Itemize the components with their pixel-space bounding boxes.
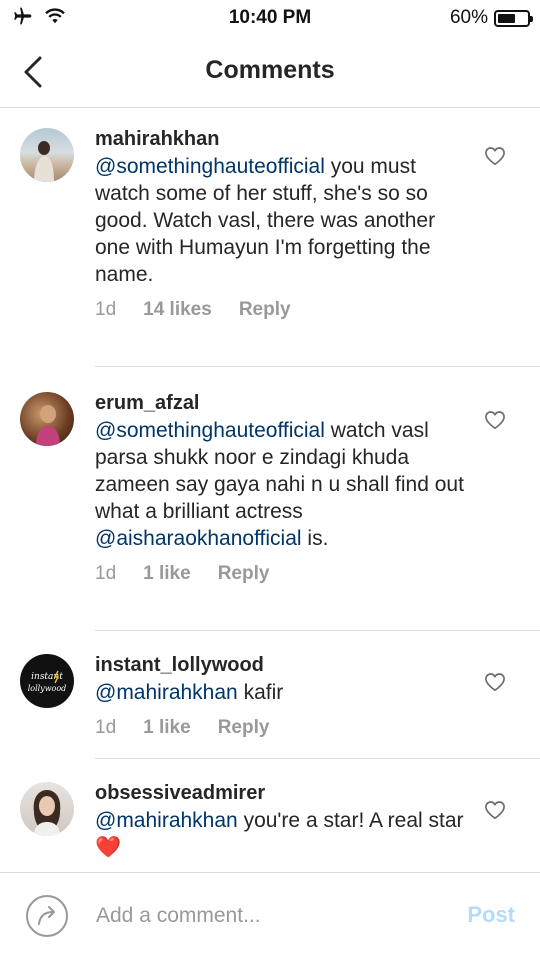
comment-time: 1d: [95, 299, 117, 320]
comment-username[interactable]: instant_lollywood: [95, 652, 465, 679]
avatar[interactable]: instant lollywood: [20, 654, 74, 708]
comment-username[interactable]: mahirahkhan: [95, 126, 465, 153]
comment-time: 1d: [95, 717, 117, 738]
comment-username[interactable]: erum_afzal: [95, 390, 465, 417]
reply-button[interactable]: Reply: [218, 563, 270, 585]
avatar[interactable]: [20, 392, 74, 446]
comment-time: 1d: [95, 563, 117, 584]
comment-likes[interactable]: 14 likes: [143, 299, 212, 321]
comment-text-body: you're a star! A real star: [237, 809, 464, 832]
heart-icon[interactable]: [484, 672, 506, 692]
comment-body: obsessiveadmirer @mahirahkhan you're a s…: [95, 780, 465, 861]
heart-emoji: ❤️: [95, 836, 122, 859]
page-title: Comments: [205, 56, 335, 84]
comment-meta: 1d 14 likes Reply: [95, 299, 465, 321]
comment-body: erum_afzal @somethinghauteofficial watch…: [95, 390, 465, 585]
divider: [95, 366, 540, 367]
comment-text-body: kafir: [237, 681, 284, 704]
reply-button[interactable]: Reply: [239, 299, 291, 321]
comment-username[interactable]: obsessiveadmirer: [95, 780, 465, 807]
share-button[interactable]: [26, 895, 68, 937]
battery-icon: [494, 9, 533, 27]
avatar[interactable]: [20, 782, 74, 836]
status-right: 60%: [449, 7, 533, 29]
status-bar: 10:40 PM 60%: [0, 0, 540, 36]
heart-icon[interactable]: [484, 146, 506, 166]
mention-link[interactable]: @mahirahkhan: [95, 809, 238, 832]
mention-link[interactable]: @somethinghauteofficial: [95, 419, 325, 442]
comment-text: @somethinghauteofficial you must watch s…: [95, 153, 465, 288]
post-button[interactable]: Post: [467, 902, 515, 928]
divider: [95, 630, 540, 631]
avatar[interactable]: [20, 128, 74, 182]
comment-meta: 1d 1 like Reply: [95, 563, 465, 585]
reply-button[interactable]: Reply: [218, 717, 270, 739]
battery-percent: 60%: [449, 7, 488, 28]
heart-icon[interactable]: [484, 800, 506, 820]
add-comment-input[interactable]: [96, 901, 436, 931]
comment-meta: 1d 1 like Reply: [95, 717, 465, 739]
comment-text: @mahirahkhan you're a star! A real star ❤…: [95, 807, 465, 861]
comment-body: mahirahkhan @somethinghauteofficial you …: [95, 126, 465, 321]
svg-text:lollywood: lollywood: [28, 684, 67, 693]
comment-likes[interactable]: 1 like: [143, 717, 191, 739]
share-arrow-icon: [38, 906, 55, 925]
mention-link[interactable]: @somethinghauteofficial: [95, 155, 325, 178]
comment-text: @mahirahkhan kafir: [95, 679, 465, 706]
comment-composer: Post: [0, 872, 540, 960]
mention-link[interactable]: @mahirahkhan: [95, 681, 238, 704]
comment-likes[interactable]: 1 like: [143, 563, 191, 585]
comment-text: @somethinghauteofficial watch vasl parsa…: [95, 417, 465, 552]
nav-bar: Comments: [0, 36, 540, 108]
battery-fill: [498, 13, 515, 23]
divider: [95, 758, 540, 759]
heart-icon[interactable]: [484, 410, 506, 430]
comment-text-body: is.: [301, 527, 329, 550]
mention-link[interactable]: @aisharaokhanofficial: [95, 527, 302, 550]
comment-body: instant_lollywood @mahirahkhan kafir 1d …: [95, 652, 465, 739]
